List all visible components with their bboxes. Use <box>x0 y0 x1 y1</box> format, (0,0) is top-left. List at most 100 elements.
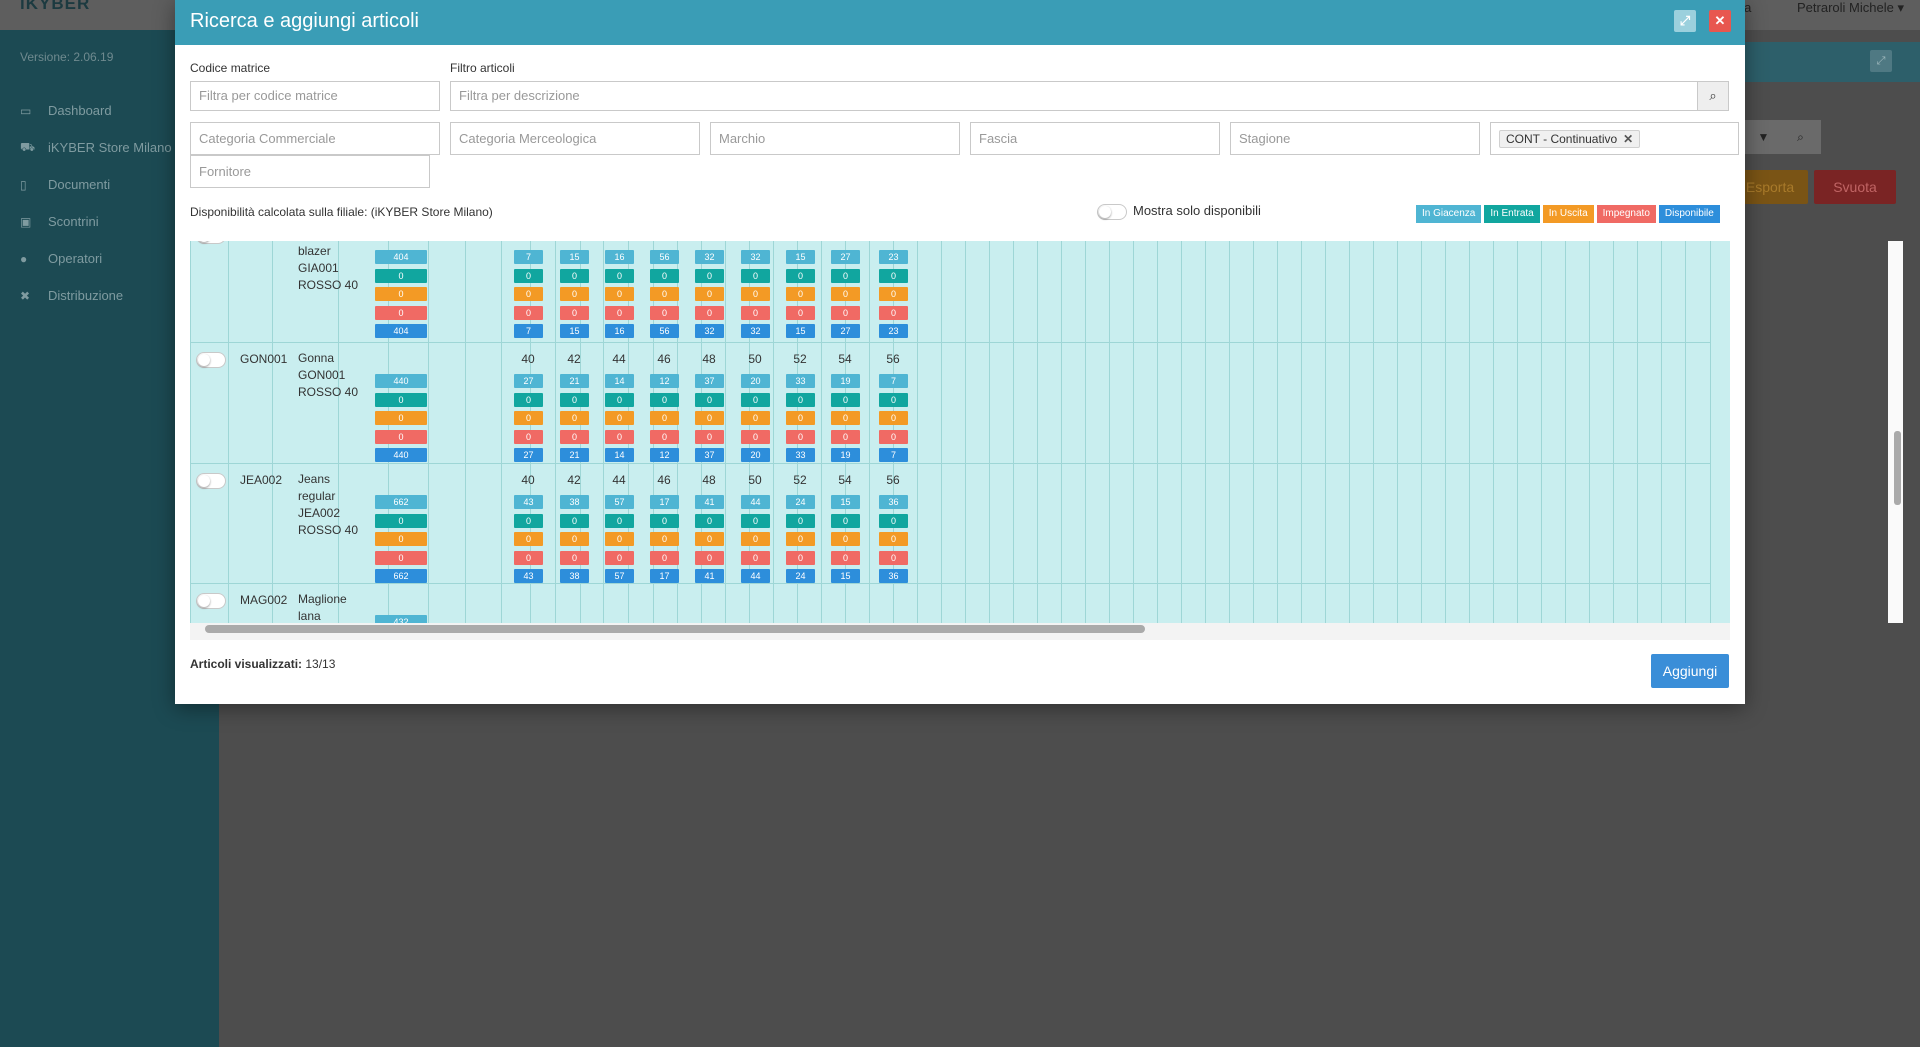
close-icon[interactable]: ✕ <box>1709 10 1731 32</box>
laptop-icon: ▭ <box>20 103 32 118</box>
expand-icon[interactable]: ⤢ <box>1674 10 1696 32</box>
size-label: 40 <box>511 241 545 242</box>
empty-button[interactable]: Svuota <box>1814 170 1896 204</box>
size-disponibile-badge: 14 <box>605 448 634 462</box>
codice-matrice-input[interactable]: Filtra per codice matrice <box>190 81 440 111</box>
only-available-toggle[interactable]: Mostra solo disponibili <box>1097 203 1261 220</box>
size-giacenza-badge: 23 <box>879 250 908 264</box>
size-impegnato-badge: 0 <box>650 305 679 320</box>
fascia-select[interactable]: Fascia <box>970 122 1220 155</box>
user-menu[interactable]: Petraroli Michele ▾ <box>1797 0 1904 15</box>
row-select-toggle[interactable] <box>196 241 226 244</box>
row-select-toggle[interactable] <box>196 593 226 609</box>
table-grid-line <box>1469 241 1470 623</box>
size-giacenza-badge: 14 <box>605 374 634 388</box>
table-grid-line <box>1710 241 1711 623</box>
table-grid-line <box>190 241 191 623</box>
table-grid-line <box>1565 241 1566 623</box>
total-impegnato-badge: 0 <box>375 305 427 320</box>
size-entrata-badge: 0 <box>831 513 860 528</box>
table-grid-line <box>1229 241 1230 623</box>
search-articles-modal: Ricerca e aggiungi articoli ⤢ ✕ Codice m… <box>175 0 1903 704</box>
size-label: 48 <box>702 473 716 487</box>
size-impegnato-badge: 0 <box>786 550 815 565</box>
horizontal-scrollbar-thumb[interactable] <box>205 625 1145 633</box>
sidebar-item-ikyber-store-milano[interactable]: ⛟ iKYBER Store Milano <box>20 129 172 166</box>
vertical-scrollbar-thumb[interactable] <box>1894 431 1901 505</box>
size-impegnato-badge: 0 <box>831 550 860 565</box>
total-disponibile-badge: 440 <box>375 448 427 462</box>
add-button[interactable]: Aggiungi <box>1651 654 1729 688</box>
size-disponibile-badge: 32 <box>741 324 770 338</box>
size-impegnato-badge: 0 <box>695 305 724 320</box>
sidebar-item-distribuzione[interactable]: ✖ Distribuzione <box>20 277 172 314</box>
article-description: GIA001 <box>298 261 339 275</box>
fornitore-select[interactable]: Fornitore <box>190 155 430 188</box>
categoria-merceologica-select[interactable]: Categoria Merceologica <box>450 122 700 155</box>
article-description: ROSSO 40 <box>298 385 359 399</box>
total-giacenza-badge: 662 <box>375 495 427 509</box>
size-uscita-badge: 0 <box>650 411 679 425</box>
size-entrata-badge: 0 <box>879 392 908 407</box>
table-grid-line <box>1061 241 1062 623</box>
size-disponibile-badge: 36 <box>879 569 908 583</box>
search-button[interactable]: ⌕ <box>1697 81 1729 111</box>
size-label: 40 <box>521 473 535 487</box>
size-giacenza-badge: 38 <box>560 495 589 509</box>
user-name: Petraroli Michele <box>1797 0 1894 15</box>
table-grid-line <box>1205 241 1206 623</box>
row-select-toggle[interactable] <box>196 352 226 368</box>
size-impegnato-badge: 0 <box>650 550 679 565</box>
table-grid-line <box>773 241 774 623</box>
stagione-select[interactable]: Stagione <box>1230 122 1480 155</box>
search-icon[interactable]: ⌕ <box>1782 120 1819 154</box>
table-grid-line <box>1541 241 1542 623</box>
size-entrata-badge: 0 <box>560 268 589 283</box>
articles-table: GIA001GiaccablazerGIA001ROSSO 4040400040… <box>190 241 1730 640</box>
size-uscita-badge: 0 <box>786 287 815 301</box>
total-impegnato-badge: 0 <box>375 429 427 444</box>
categoria-commerciale-select[interactable]: Categoria Commerciale <box>190 122 440 155</box>
size-disponibile-badge: 41 <box>695 569 724 583</box>
size-entrata-badge: 0 <box>879 513 908 528</box>
size-disponibile-badge: 19 <box>831 448 860 462</box>
size-label: 42 <box>567 352 581 366</box>
size-uscita-badge: 0 <box>514 287 543 301</box>
size-giacenza-badge: 37 <box>695 374 724 388</box>
sidebar-item-dashboard[interactable]: ▭ Dashboard <box>20 92 172 129</box>
size-impegnato-badge: 0 <box>560 305 589 320</box>
size-uscita-badge: 0 <box>786 532 815 546</box>
size-giacenza-badge: 27 <box>514 374 543 388</box>
sidebar-item-scontrini[interactable]: ▣ Scontrini <box>20 203 172 240</box>
sidebar-item-operatori[interactable]: ● Operatori <box>20 240 172 277</box>
size-entrata-badge: 0 <box>514 268 543 283</box>
size-impegnato-badge: 0 <box>831 305 860 320</box>
legend-in-giacenza: In Giacenza <box>1416 205 1482 223</box>
total-entrata-badge: 0 <box>375 513 427 528</box>
remove-tag-icon[interactable]: ✕ <box>1623 132 1633 146</box>
size-giacenza-badge: 15 <box>560 250 589 264</box>
table-grid-line <box>1253 241 1254 623</box>
size-uscita-badge: 0 <box>514 532 543 546</box>
filtro-articoli-input[interactable]: Filtra per descrizione <box>450 81 1698 111</box>
size-entrata-badge: 0 <box>695 268 724 283</box>
size-uscita-badge: 0 <box>879 532 908 546</box>
size-disponibile-badge: 17 <box>650 569 679 583</box>
size-impegnato-badge: 0 <box>605 305 634 320</box>
total-disponibile-badge: 662 <box>375 569 427 583</box>
row-select-toggle[interactable] <box>196 473 226 489</box>
size-label: 56 <box>876 241 910 242</box>
size-uscita-badge: 0 <box>650 287 679 301</box>
size-entrata-badge: 0 <box>831 268 860 283</box>
size-giacenza-badge: 19 <box>831 374 860 388</box>
size-entrata-badge: 0 <box>786 268 815 283</box>
stagione-tag-select[interactable]: CONT - Continuativo ✕ <box>1490 122 1739 155</box>
page-expand-icon[interactable]: ⤢ <box>1870 50 1892 72</box>
sidebar-item-documenti[interactable]: ▯ Documenti <box>20 166 172 203</box>
size-entrata-badge: 0 <box>560 392 589 407</box>
size-label: 52 <box>793 473 807 487</box>
table-grid-line <box>1421 241 1422 623</box>
toggle-switch[interactable] <box>1097 203 1127 220</box>
filter-icon[interactable]: ▼ <box>1745 120 1782 154</box>
marchio-select[interactable]: Marchio <box>710 122 960 155</box>
